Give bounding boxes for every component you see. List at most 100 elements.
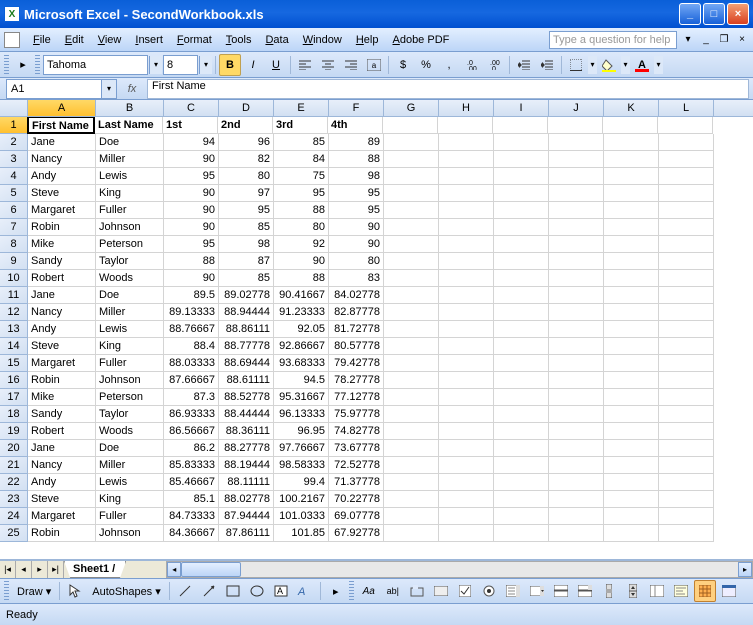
run-dialog-button[interactable]: [718, 580, 740, 602]
cell[interactable]: 86.93333: [164, 406, 219, 423]
cell[interactable]: [659, 321, 714, 338]
row-head-4[interactable]: 4: [0, 168, 28, 185]
cell[interactable]: 86.2: [164, 440, 219, 457]
cell[interactable]: 83: [329, 270, 384, 287]
cell[interactable]: Steve: [28, 185, 96, 202]
cell[interactable]: [384, 440, 439, 457]
cell[interactable]: [549, 525, 604, 542]
option-button[interactable]: [478, 580, 500, 602]
cell[interactable]: [659, 389, 714, 406]
cell[interactable]: [549, 151, 604, 168]
cell[interactable]: 85.83333: [164, 457, 219, 474]
cell[interactable]: 81.72778: [329, 321, 384, 338]
cell[interactable]: [384, 185, 439, 202]
cell[interactable]: Robert: [28, 270, 96, 287]
col-head-F[interactable]: F: [329, 100, 384, 116]
cell[interactable]: [549, 270, 604, 287]
cell[interactable]: [439, 372, 494, 389]
cell[interactable]: [604, 134, 659, 151]
toolbar-handle-2[interactable]: [35, 55, 40, 75]
cell[interactable]: 88.69444: [219, 355, 274, 372]
sheet-tab-1[interactable]: Sheet1 /: [64, 561, 126, 578]
cell[interactable]: 96.13333: [274, 406, 329, 423]
cell[interactable]: [549, 508, 604, 525]
cell[interactable]: 90: [164, 185, 219, 202]
cell[interactable]: [384, 304, 439, 321]
row-head-21[interactable]: 21: [0, 457, 28, 474]
cell[interactable]: [384, 270, 439, 287]
cell[interactable]: 101.85: [274, 525, 329, 542]
cell[interactable]: 74.82778: [329, 423, 384, 440]
cell[interactable]: [658, 117, 713, 134]
font-size-select[interactable]: 8: [163, 55, 198, 75]
cell[interactable]: 95: [164, 168, 219, 185]
increase-decimal-button[interactable]: .0.00: [461, 54, 483, 76]
cell[interactable]: [384, 457, 439, 474]
cell[interactable]: 84: [274, 151, 329, 168]
wordart-button[interactable]: A: [294, 580, 316, 602]
cell[interactable]: [384, 508, 439, 525]
cell[interactable]: Robert: [28, 423, 96, 440]
cell[interactable]: 89.5: [164, 287, 219, 304]
cell[interactable]: 80: [274, 219, 329, 236]
col-head-J[interactable]: J: [549, 100, 604, 116]
combo-drop-button[interactable]: [574, 580, 596, 602]
cell[interactable]: [384, 253, 439, 270]
cell[interactable]: 95: [274, 185, 329, 202]
grid-body[interactable]: 1First NameLast Name1st2nd3rd4th2JaneDoe…: [0, 117, 753, 542]
align-left-button[interactable]: [294, 54, 316, 76]
cell[interactable]: [659, 134, 714, 151]
cell[interactable]: Lewis: [96, 474, 164, 491]
cell[interactable]: [384, 219, 439, 236]
menu-tools[interactable]: Tools: [219, 32, 259, 48]
cell[interactable]: [659, 355, 714, 372]
draw-menu[interactable]: Draw ▾: [13, 585, 55, 598]
cell[interactable]: Taylor: [96, 253, 164, 270]
cell[interactable]: [494, 338, 549, 355]
line-button[interactable]: [174, 580, 196, 602]
toggle-grid-button[interactable]: [694, 580, 716, 602]
cell[interactable]: 101.0333: [274, 508, 329, 525]
cell[interactable]: 88.11111: [219, 474, 274, 491]
cell[interactable]: Margaret: [28, 355, 96, 372]
cell[interactable]: 97: [219, 185, 274, 202]
cell[interactable]: Doe: [96, 287, 164, 304]
tab-nav-prev[interactable]: ◂: [16, 561, 32, 578]
cell[interactable]: 84.73333: [164, 508, 219, 525]
cell[interactable]: 88.03333: [164, 355, 219, 372]
menu-edit[interactable]: Edit: [58, 32, 91, 48]
row-head-22[interactable]: 22: [0, 474, 28, 491]
cell[interactable]: [549, 304, 604, 321]
cell[interactable]: 85: [219, 219, 274, 236]
tab-nav-first[interactable]: |◂: [0, 561, 16, 578]
cell[interactable]: Robin: [28, 219, 96, 236]
cell[interactable]: 96.95: [274, 423, 329, 440]
cell[interactable]: [384, 423, 439, 440]
close-button[interactable]: ×: [727, 3, 749, 25]
menu-format[interactable]: Format: [170, 32, 219, 48]
decrease-decimal-button[interactable]: .00.0: [484, 54, 506, 76]
cell[interactable]: [384, 406, 439, 423]
cell[interactable]: 88.27778: [219, 440, 274, 457]
row-head-6[interactable]: 6: [0, 202, 28, 219]
cell[interactable]: [384, 236, 439, 253]
cell[interactable]: 88.94444: [219, 304, 274, 321]
menu-view[interactable]: View: [91, 32, 129, 48]
row-head-15[interactable]: 15: [0, 355, 28, 372]
row-head-10[interactable]: 10: [0, 270, 28, 287]
row-head-12[interactable]: 12: [0, 304, 28, 321]
cell[interactable]: Doe: [96, 134, 164, 151]
cell[interactable]: 88.52778: [219, 389, 274, 406]
row-head-2[interactable]: 2: [0, 134, 28, 151]
cell[interactable]: 71.37778: [329, 474, 384, 491]
help-dropdown[interactable]: ▾: [681, 33, 695, 47]
cell[interactable]: 82.87778: [329, 304, 384, 321]
cell[interactable]: Nancy: [28, 151, 96, 168]
cell[interactable]: Robin: [28, 525, 96, 542]
cell[interactable]: [494, 134, 549, 151]
cell[interactable]: 88: [329, 151, 384, 168]
cell[interactable]: [494, 355, 549, 372]
cell[interactable]: 70.22778: [329, 491, 384, 508]
cell[interactable]: 3rd: [273, 117, 328, 134]
cell[interactable]: [494, 321, 549, 338]
